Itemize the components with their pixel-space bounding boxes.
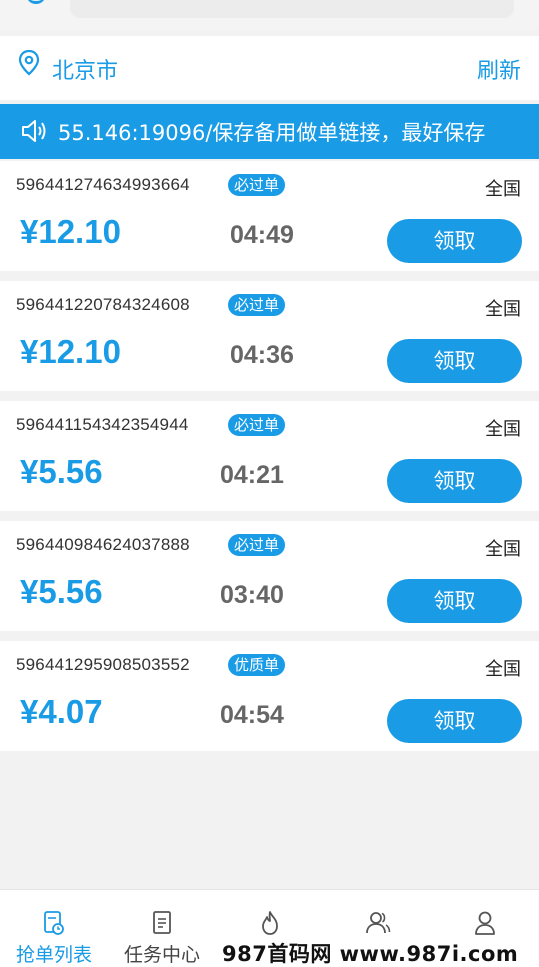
- order-id: 596441220784324608: [16, 295, 190, 314]
- order-card: 596441295908503552 优质单 全国 ¥4.07 04:54 领取: [0, 641, 539, 751]
- order-tag-badge: 优质单: [228, 654, 286, 676]
- current-city[interactable]: 北京市: [52, 53, 118, 85]
- order-region: 全国: [485, 179, 521, 200]
- grab-list-icon: [44, 911, 64, 935]
- notice-text: 55.146:19096/保存备用做单链接，最好保存: [58, 121, 486, 145]
- flame-icon: [262, 911, 278, 935]
- order-countdown: 04:36: [230, 341, 294, 369]
- order-tag-badge: 必过单: [228, 414, 286, 436]
- tab-task-center[interactable]: 任务中心: [108, 890, 216, 967]
- order-card: 596441220784324608 必过单 全国 ¥12.10 04:36 领…: [0, 281, 539, 391]
- order-id: 596441274634993664: [16, 175, 190, 194]
- order-countdown: 04:21: [220, 461, 284, 489]
- location-pin-icon[interactable]: [18, 50, 40, 76]
- order-price: ¥5.56: [20, 453, 103, 490]
- claim-button[interactable]: 领取: [387, 699, 522, 743]
- order-countdown: 04:54: [220, 701, 284, 729]
- tab-label: 任务中心: [123, 944, 200, 966]
- order-id: 596441154342354944: [16, 415, 189, 434]
- order-tag-badge: 必过单: [228, 174, 286, 196]
- order-card: 596441274634993664 必过单 全国 ¥12.10 04:49 领…: [0, 161, 539, 271]
- document-icon: [153, 911, 171, 934]
- app-logo-icon: [26, 0, 46, 4]
- order-list: 596441274634993664 必过单 全国 ¥12.10 04:49 领…: [0, 161, 539, 761]
- claim-button[interactable]: 领取: [387, 459, 522, 503]
- claim-button[interactable]: 领取: [387, 579, 522, 623]
- order-price: ¥4.07: [20, 693, 103, 730]
- order-countdown: 04:49: [230, 221, 294, 249]
- tab-grab-list[interactable]: 抢单列表: [0, 890, 108, 967]
- order-id: 596441295908503552: [16, 655, 190, 674]
- order-region: 全国: [485, 299, 521, 320]
- order-card: 596440984624037888 必过单 全国 ¥5.56 03:40 领取: [0, 521, 539, 631]
- order-price: ¥12.10: [20, 333, 121, 370]
- top-search-area: [0, 0, 539, 30]
- team-icon: [366, 912, 391, 934]
- refresh-button[interactable]: 刷新: [477, 53, 521, 85]
- order-price: ¥5.56: [20, 573, 103, 610]
- speaker-icon: [22, 120, 46, 142]
- order-region: 全国: [485, 659, 521, 680]
- user-icon: [475, 911, 495, 935]
- order-tag-badge: 必过单: [228, 294, 286, 316]
- order-id: 596440984624037888: [16, 535, 190, 554]
- claim-button[interactable]: 领取: [387, 219, 522, 263]
- order-price: ¥12.10: [20, 213, 121, 250]
- order-card: 596441154342354944 必过单 全国 ¥5.56 04:21 领取: [0, 401, 539, 511]
- order-region: 全国: [485, 539, 521, 560]
- order-tag-badge: 必过单: [228, 534, 286, 556]
- claim-button[interactable]: 领取: [387, 339, 522, 383]
- search-box[interactable]: [70, 0, 514, 18]
- watermark-text: 987首码网 www.987i.com: [222, 942, 519, 966]
- order-countdown: 03:40: [220, 581, 284, 609]
- notice-marquee: 55.146:19096/保存备用做单链接，最好保存: [0, 104, 539, 159]
- location-bar: 北京市 刷新: [0, 36, 539, 100]
- tab-label: 抢单列表: [15, 944, 92, 966]
- order-region: 全国: [485, 419, 521, 440]
